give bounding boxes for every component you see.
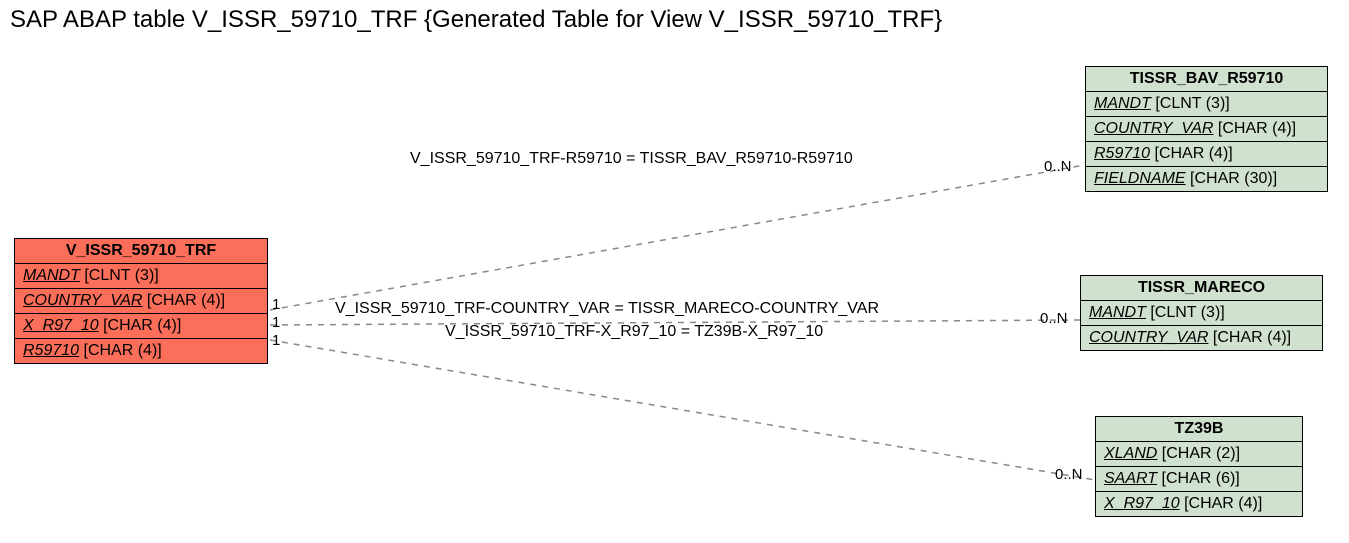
entity-field: MANDT [CLNT (3)] <box>15 264 267 289</box>
field-key: FIELDNAME <box>1094 170 1186 187</box>
field-type: [CLNT (3)] <box>1151 95 1230 112</box>
field-key: X_R97_10 <box>23 317 99 334</box>
field-type: [CLNT (3)] <box>1146 304 1225 321</box>
entity-field: FIELDNAME [CHAR (30)] <box>1086 167 1327 191</box>
field-type: [CHAR (4)] <box>142 292 225 309</box>
entity-e2: TISSR_MARECO MANDT [CLNT (3)] COUNTRY_VA… <box>1080 275 1323 351</box>
entity-field: MANDT [CLNT (3)] <box>1081 301 1322 326</box>
field-key: COUNTRY_VAR <box>1089 329 1208 346</box>
entity-e3: TZ39B XLAND [CHAR (2)] SAART [CHAR (6)] … <box>1095 416 1303 517</box>
entity-e1: TISSR_BAV_R59710 MANDT [CLNT (3)] COUNTR… <box>1085 66 1328 192</box>
field-key: R59710 <box>1094 145 1150 162</box>
entity-field: R59710 [CHAR (4)] <box>15 339 267 363</box>
entity-field: COUNTRY_VAR [CHAR (4)] <box>1086 117 1327 142</box>
relation-label-2: V_ISSR_59710_TRF-COUNTRY_VAR = TISSR_MAR… <box>335 300 879 318</box>
field-key: XLAND <box>1104 445 1157 462</box>
field-type: [CHAR (4)] <box>1208 329 1291 346</box>
relation-label-3: V_ISSR_59710_TRF-X_R97_10 = TZ39B-X_R97_… <box>445 323 823 341</box>
field-type: [CHAR (4)] <box>1213 120 1296 137</box>
field-type: [CHAR (4)] <box>79 342 162 359</box>
entity-main-title: V_ISSR_59710_TRF <box>15 239 267 264</box>
field-type: [CHAR (30)] <box>1186 170 1278 187</box>
cardinality-left-1: 1 <box>272 296 280 313</box>
entity-field: R59710 [CHAR (4)] <box>1086 142 1327 167</box>
cardinality-left-3: 1 <box>272 332 280 349</box>
field-type: [CHAR (6)] <box>1157 470 1240 487</box>
cardinality-right-2: 0..N <box>1040 310 1068 327</box>
field-key: SAART <box>1104 470 1157 487</box>
entity-field: X_R97_10 [CHAR (4)] <box>1096 492 1302 516</box>
field-type: [CHAR (4)] <box>1150 145 1233 162</box>
field-type: [CLNT (3)] <box>80 267 159 284</box>
entity-field: COUNTRY_VAR [CHAR (4)] <box>15 289 267 314</box>
field-key: MANDT <box>23 267 80 284</box>
field-key: X_R97_10 <box>1104 495 1180 512</box>
field-key: R59710 <box>23 342 79 359</box>
relation-label-1: V_ISSR_59710_TRF-R59710 = TISSR_BAV_R597… <box>410 150 853 168</box>
field-key: MANDT <box>1089 304 1146 321</box>
entity-main: V_ISSR_59710_TRF MANDT [CLNT (3)] COUNTR… <box>14 238 268 364</box>
entity-e1-title: TISSR_BAV_R59710 <box>1086 67 1327 92</box>
field-type: [CHAR (4)] <box>99 317 182 334</box>
field-type: [CHAR (4)] <box>1180 495 1263 512</box>
field-key: COUNTRY_VAR <box>23 292 142 309</box>
entity-e3-title: TZ39B <box>1096 417 1302 442</box>
entity-field: SAART [CHAR (6)] <box>1096 467 1302 492</box>
entity-field: X_R97_10 [CHAR (4)] <box>15 314 267 339</box>
page-title: SAP ABAP table V_ISSR_59710_TRF {Generat… <box>10 6 942 34</box>
entity-e2-title: TISSR_MARECO <box>1081 276 1322 301</box>
entity-field: MANDT [CLNT (3)] <box>1086 92 1327 117</box>
entity-field: XLAND [CHAR (2)] <box>1096 442 1302 467</box>
cardinality-right-3: 0..N <box>1055 466 1083 483</box>
field-key: MANDT <box>1094 95 1151 112</box>
field-key: COUNTRY_VAR <box>1094 120 1213 137</box>
cardinality-right-1: 0..N <box>1044 158 1072 175</box>
entity-field: COUNTRY_VAR [CHAR (4)] <box>1081 326 1322 350</box>
cardinality-left-2: 1 <box>272 314 280 331</box>
field-type: [CHAR (2)] <box>1157 445 1240 462</box>
